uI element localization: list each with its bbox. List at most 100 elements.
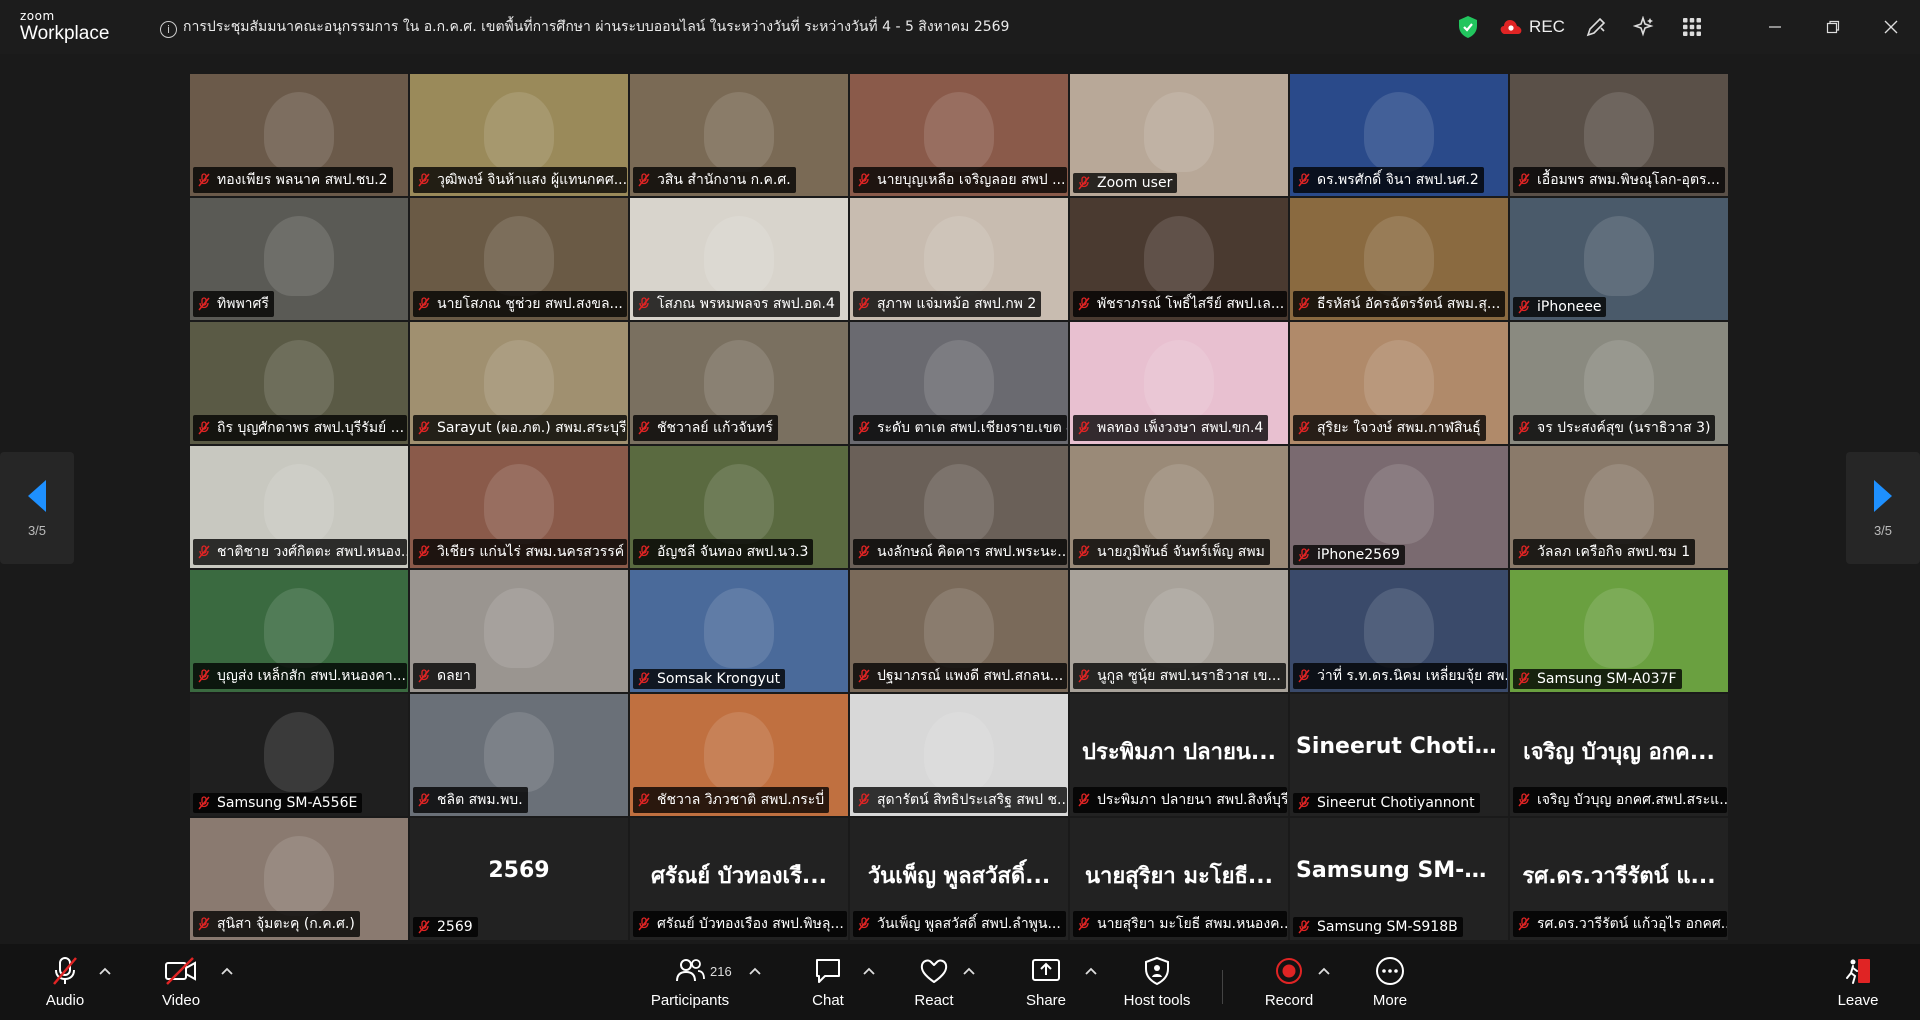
video-tile[interactable]: บุญส่ง เหล็กสัก สพป.หนองคา... (190, 570, 408, 692)
video-tile[interactable]: ว่าที่ ร.ท.ดร.นิคม เหลี่ยมจุ้ย สพ... (1290, 570, 1508, 692)
video-tile[interactable]: พัชราภรณ์ โพธิ์ไสรีย์ สพป.เล... (1070, 198, 1288, 320)
participant-display-name: Samsung SM-S9... (1296, 858, 1508, 883)
video-tile[interactable]: ชัชวาล วิภวชาติ สพป.กระบี่ (630, 694, 848, 816)
video-button[interactable]: Video (136, 956, 226, 1009)
mic-muted-icon (418, 545, 430, 559)
video-tile[interactable]: ดร.พรศักดิ์ จินา สพป.นศ.2 (1290, 74, 1508, 196)
chat-button[interactable]: Chat (783, 956, 873, 1009)
video-tile[interactable]: สุภาพ แจ่มหม้อ สพป.กพ 2 (850, 198, 1068, 320)
video-tile[interactable]: Samsung SM-S9... Samsung SM-S918B (1290, 818, 1508, 940)
chat-options-caret-icon[interactable] (862, 966, 876, 976)
participant-display-name: วันเพ็ญ พูลสวัสดิ์... (867, 864, 1051, 889)
video-tile[interactable]: Sarayut (ผอ.ภต.) สพม.สระบุรี (410, 322, 628, 444)
video-options-caret-icon[interactable] (220, 966, 234, 976)
participant-name-tag: ประพิมภา ปลายนา สพป.สิงห์บุรี (1073, 787, 1287, 813)
video-tile[interactable]: โสภณ พรหมพลจร สพป.อด.4 (630, 198, 848, 320)
encryption-shield-icon[interactable] (1444, 12, 1492, 42)
video-tile[interactable]: Samsung SM-A037F (1510, 570, 1728, 692)
share-button[interactable]: Share (1001, 956, 1091, 1009)
react-options-caret-icon[interactable] (962, 966, 976, 976)
video-tile[interactable]: ชาติชาย วงศ์กิตตะ สพป.หนอง... (190, 446, 408, 568)
record-options-caret-icon[interactable] (1317, 966, 1331, 976)
participant-name-tag: Sarayut (ผอ.ภต.) สพม.สระบุรี (413, 415, 627, 441)
participant-name-tag: Samsung SM-A556E (193, 793, 363, 813)
video-tile[interactable]: ชลิต สพม.พบ. (410, 694, 628, 816)
video-tile[interactable]: ปฐมาภรณ์ แพงดี สพป.สกลน... (850, 570, 1068, 692)
video-tile[interactable]: ธีรหัสน์ อัครฉัตรรัตน์ สพม.สุ... (1290, 198, 1508, 320)
video-tile[interactable]: สุริยะ ใจวงษ์ สพม.กาฬสินธุ์ (1290, 322, 1508, 444)
leave-button[interactable]: Leave (1813, 956, 1903, 1009)
video-tile[interactable]: พลทอง เพ็งวงษา สพป.ขก.4 (1070, 322, 1288, 444)
restore-button[interactable] (1804, 12, 1862, 42)
video-tile[interactable]: iPhone2569 (1290, 446, 1508, 568)
participant-video (924, 588, 994, 668)
share-options-caret-icon[interactable] (1084, 966, 1098, 976)
video-tile[interactable]: วัลลภ เครือกิจ สพป.ชม 1 (1510, 446, 1728, 568)
participant-name-tag: Samsung SM-A037F (1513, 669, 1682, 689)
video-tile[interactable]: 2569 2569 (410, 818, 628, 940)
video-tile[interactable]: นายสุริยา มะโยธี... นายสุริยา มะโยธี สพม.… (1070, 818, 1288, 940)
participant-video (264, 712, 334, 792)
video-tile[interactable]: iPhoneee (1510, 198, 1728, 320)
mic-muted-icon (198, 796, 210, 810)
host-tools-button[interactable]: Host tools (1112, 956, 1202, 1009)
video-tile[interactable]: Sineerut Chotiy... Sineerut Chotiyannont (1290, 694, 1508, 816)
video-tile[interactable]: Zoom user (1070, 74, 1288, 196)
close-button[interactable] (1862, 12, 1920, 42)
video-tile[interactable]: รศ.ดร.วารีรัตน์ แ... รศ.ดร.วารีรัตน์ แก้ว… (1510, 818, 1728, 940)
video-tile[interactable]: สุดารัตน์ สิทธิประเสริฐ สพป ช... (850, 694, 1068, 816)
participant-name: เอื้อมพร สพม.พิษณุโลก-อุตร... (1537, 172, 1720, 188)
video-tile[interactable]: ทองเพียร พลนาค สพป.ชบ.2 (190, 74, 408, 196)
mic-muted-icon (418, 173, 430, 187)
video-tile[interactable]: เอื้อมพร สพม.พิษณุโลก-อุตร... (1510, 74, 1728, 196)
share-label: Share (1025, 992, 1067, 1009)
video-tile[interactable]: Somsak Krongyut (630, 570, 848, 692)
video-tile[interactable]: วันเพ็ญ พูลสวัสดิ์... วันเพ็ญ พูลสวัสดิ์ … (850, 818, 1068, 940)
video-tile[interactable]: ทิพพาศรี (190, 198, 408, 320)
video-tile[interactable]: นูกูล ซูนุ้ย สพป.นราธิวาส เข... (1070, 570, 1288, 692)
next-page-button[interactable]: 3/5 (1846, 452, 1920, 564)
video-tile[interactable]: ถิร บุญศักดาพร สพป.บุรีรัมย์ ... (190, 322, 408, 444)
participants-options-caret-icon[interactable] (748, 966, 762, 976)
more-button[interactable]: More (1345, 956, 1435, 1009)
video-tile[interactable]: ชัชวาลย์ แก้วจันทร์ (630, 322, 848, 444)
participant-name-tag: นงลักษณ์ คิดคาร สพป.พระนะ... (853, 539, 1067, 565)
video-tile[interactable]: วิเชียร แก่นไร่ สพม.นครสวรรค์ (410, 446, 628, 568)
video-tile[interactable]: จร ประสงค์สุข (นราธิวาส 3) (1510, 322, 1728, 444)
participant-name-tag: นายภูมิพันธ์ จันทร์เพ็ญ สพม (1073, 539, 1270, 565)
audio-options-caret-icon[interactable] (98, 966, 112, 976)
minimize-button[interactable] (1746, 12, 1804, 42)
video-tile[interactable]: นายภูมิพันธ์ จันทร์เพ็ญ สพม (1070, 446, 1288, 568)
video-tile[interactable]: สุนิสา จุ้มตะคุ (ก.ค.ศ.) (190, 818, 408, 940)
video-tile[interactable]: ศรัณย์ บัวทองเรื... ศรัณย์ บัวทองเรือง สพ… (630, 818, 848, 940)
mic-muted-icon (858, 793, 870, 807)
video-tile[interactable]: นงลักษณ์ คิดคาร สพป.พระนะ... (850, 446, 1068, 568)
video-tile[interactable]: วสิน สำนักงาน ก.ค.ศ. (630, 74, 848, 196)
participant-name: วิเชียร แก่นไร่ สพม.นครสวรรค์ (437, 544, 625, 560)
ai-companion-icon[interactable] (1620, 12, 1668, 42)
video-tile[interactable]: นายโสภณ ชูช่วย สพป.สงขล... (410, 198, 628, 320)
react-button[interactable]: React (889, 956, 979, 1009)
video-tile[interactable]: นายบุญเหลือ เจริญลอย สพป ... (850, 74, 1068, 196)
participant-name-tag: Somsak Krongyut (633, 669, 786, 689)
apps-grid-icon[interactable] (1668, 12, 1716, 42)
video-tile[interactable]: ดลยา (410, 570, 628, 692)
annotate-icon[interactable] (1572, 12, 1620, 42)
leave-label: Leave (1837, 992, 1879, 1009)
video-tile[interactable]: ประพิมภา ปลายน... ประพิมภา ปลายนา สพป.สิง… (1070, 694, 1288, 816)
video-tile[interactable]: Samsung SM-A556E (190, 694, 408, 816)
info-icon[interactable]: i (160, 21, 177, 38)
recording-indicator[interactable]: REC (1492, 17, 1572, 37)
participant-name: ถิร บุญศักดาพร สพป.บุรีรัมย์ ... (217, 420, 405, 436)
video-tile[interactable]: เจริญ บัวบุญ อกค... เจริญ บัวบุญ อกคศ.สพป… (1510, 694, 1728, 816)
mic-muted-icon (1518, 421, 1530, 435)
participant-video (1584, 588, 1654, 668)
video-tile[interactable]: อัญชลี จันทอง สพป.นว.3 (630, 446, 848, 568)
previous-page-button[interactable]: 3/5 (0, 452, 74, 564)
video-tile[interactable]: ระดับ ตาเต สพป.เชียงราย.เขต 4 (850, 322, 1068, 444)
video-tile[interactable]: วุฒิพงษ์ จินห้าแสง ผู้แทนกคศ... (410, 74, 628, 196)
participant-name-tag: iPhone2569 (1293, 545, 1405, 565)
record-button[interactable]: Record (1244, 956, 1334, 1009)
audio-button[interactable]: Audio (20, 956, 110, 1009)
meeting-title[interactable]: i การประชุมสัมมนาคณะอนุกรรมการ ใน อ.ก.ค.ศ… (160, 16, 1009, 38)
